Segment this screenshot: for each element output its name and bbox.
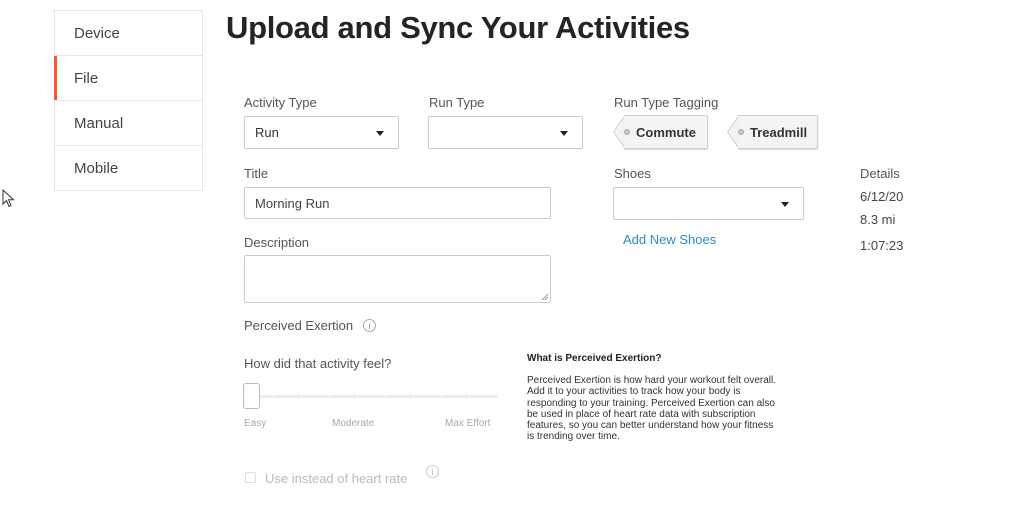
pe-help-body: Perceived Exertion is how hard your work… <box>527 375 777 443</box>
description-textarea[interactable] <box>244 255 551 303</box>
nav-item-label: Device <box>74 24 120 42</box>
shoes-select[interactable] <box>613 187 804 220</box>
details-distance: 8.3 mi <box>860 212 896 227</box>
tag-label: Commute <box>636 124 696 140</box>
run-type-select[interactable] <box>428 116 583 149</box>
perceived-exertion-label: Perceived Exertion <box>244 318 354 333</box>
nav-item-label: Manual <box>74 114 124 132</box>
nav-item-manual[interactable]: Manual <box>55 101 202 146</box>
add-new-shoes-link[interactable]: Add New Shoes <box>623 232 716 247</box>
exertion-slider-track[interactable] <box>244 395 498 398</box>
mouse-cursor-icon <box>2 189 15 208</box>
use-instead-checkbox[interactable] <box>245 472 256 483</box>
shoes-label: Shoes <box>614 166 651 181</box>
use-instead-label: Use instead of heart rate <box>265 471 408 486</box>
tag-commute[interactable]: Commute <box>613 115 708 149</box>
page-title: Upload and Sync Your Activities <box>226 10 690 45</box>
info-icon[interactable]: i <box>426 465 439 478</box>
run-type-tagging-label: Run Type Tagging <box>614 95 719 110</box>
tag-body: Treadmill <box>738 115 818 149</box>
chevron-down-icon <box>560 131 568 136</box>
slider-tick <box>469 395 470 398</box>
title-input[interactable]: Morning Run <box>244 187 551 219</box>
details-duration: 1:07:23 <box>860 238 904 253</box>
slider-tick <box>357 395 358 398</box>
activity-type-select[interactable]: Run <box>244 116 399 149</box>
slider-tick <box>301 395 302 398</box>
chevron-down-icon <box>781 202 789 207</box>
slider-tick <box>413 395 414 398</box>
tag-hole-icon <box>624 129 630 135</box>
tag-label: Treadmill <box>750 124 808 140</box>
nav-item-device[interactable]: Device <box>55 11 202 56</box>
title-input-value: Morning Run <box>255 195 330 211</box>
scale-mid-label: Moderate <box>332 418 375 429</box>
nav-item-mobile[interactable]: Mobile <box>55 146 202 191</box>
details-date: 6/12/20 <box>860 189 904 204</box>
upload-method-nav: Device File Manual Mobile <box>54 10 203 191</box>
nav-item-label: File <box>74 69 99 87</box>
title-label: Title <box>244 166 269 181</box>
activity-type-value: Run <box>255 125 279 140</box>
resize-handle-icon[interactable] <box>541 293 548 300</box>
nav-item-label: Mobile <box>74 159 119 177</box>
slider-tick <box>273 395 274 398</box>
scale-min-label: Easy <box>244 418 267 429</box>
slider-tick <box>441 395 442 398</box>
run-type-label: Run Type <box>429 95 485 110</box>
tag-body: Commute <box>624 115 708 149</box>
details-label: Details <box>860 166 900 181</box>
tag-hole-icon <box>738 129 744 135</box>
slider-tick <box>329 395 330 398</box>
description-label: Description <box>244 235 310 250</box>
info-icon[interactable]: i <box>363 319 376 332</box>
slider-tick <box>385 395 386 398</box>
activity-feel-question: How did that activity feel? <box>244 356 392 371</box>
scale-max-label: Max Effort <box>445 418 491 429</box>
nav-item-file[interactable]: File <box>54 56 202 101</box>
chevron-down-icon <box>376 131 384 136</box>
tag-treadmill[interactable]: Treadmill <box>727 115 818 149</box>
exertion-slider-thumb[interactable] <box>243 383 260 409</box>
activity-type-label: Activity Type <box>244 95 317 110</box>
pe-help-title: What is Perceived Exertion? <box>527 353 662 364</box>
